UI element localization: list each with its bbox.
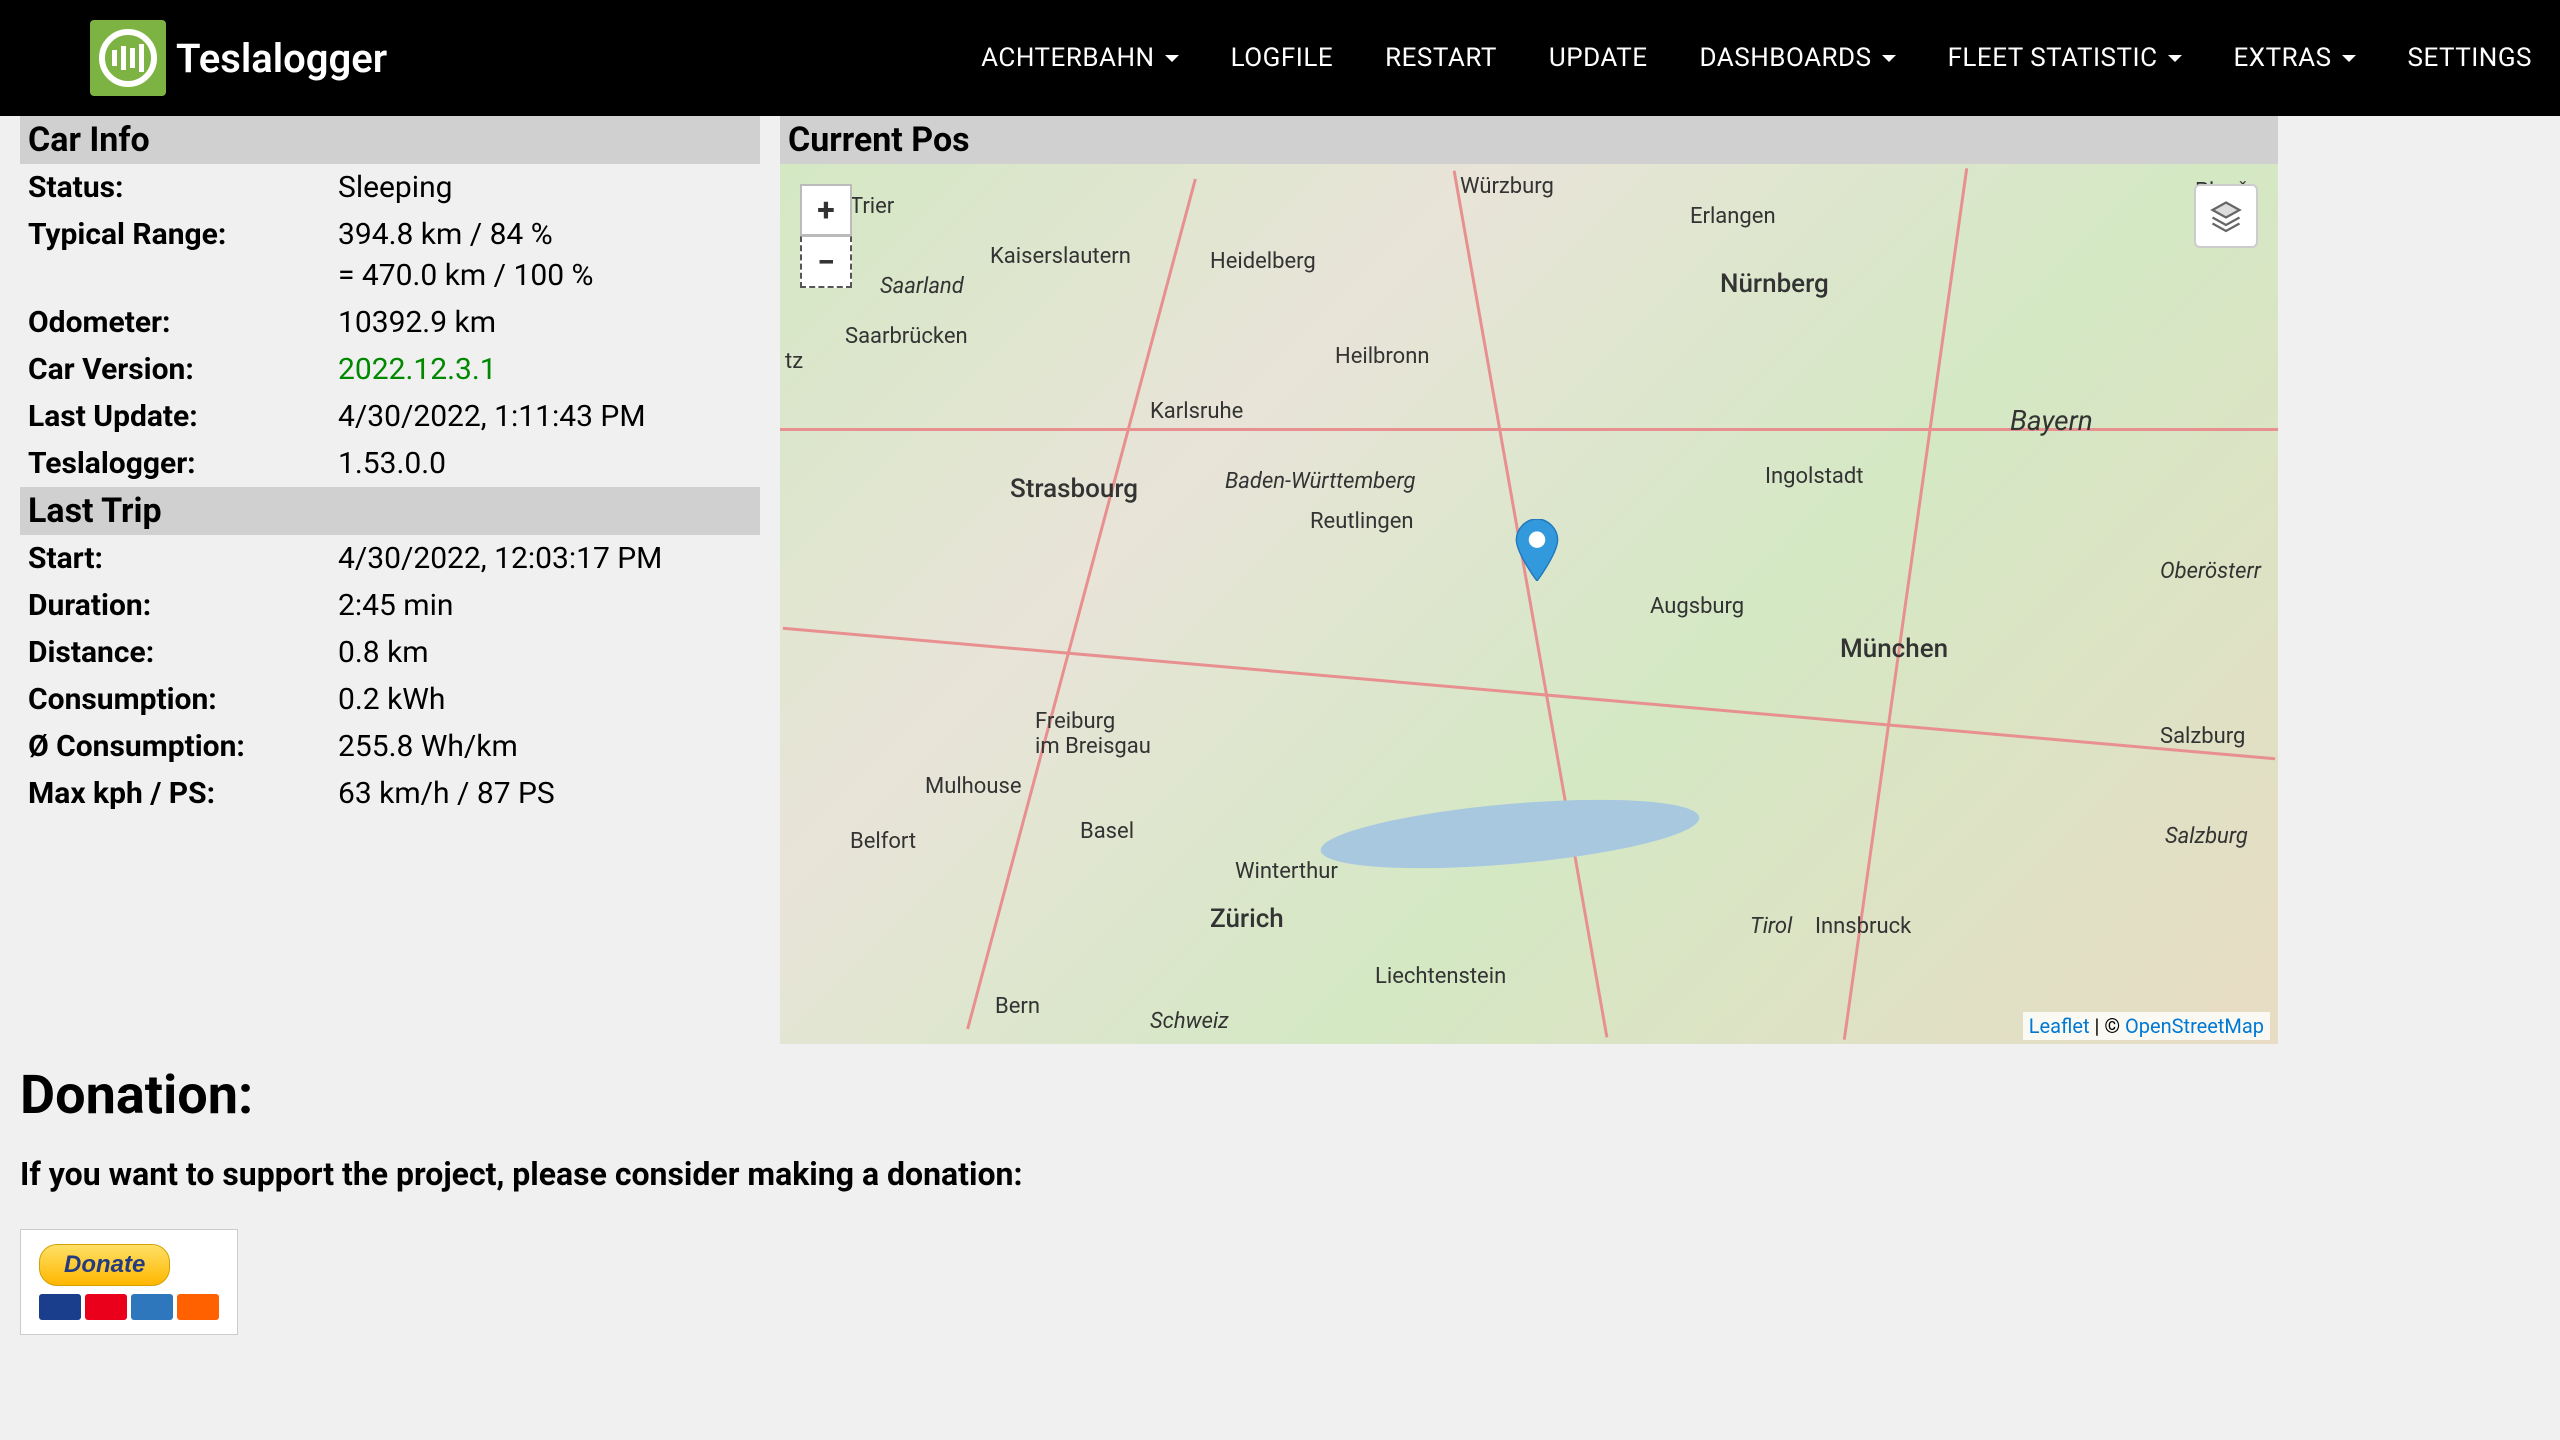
map-city: Mulhouse: [925, 774, 1022, 799]
last-update-value: 4/30/2022, 1:11:43 PM: [338, 399, 646, 434]
status-label: Status:: [28, 170, 338, 205]
map-city: Reutlingen: [1310, 509, 1414, 534]
trip-consumption-value: 0.2 kWh: [338, 682, 445, 717]
donation-text: If you want to support the project, plea…: [20, 1155, 2540, 1193]
amex-icon: [131, 1294, 173, 1320]
donation-section: Donation: If you want to support the pro…: [0, 1044, 2560, 1355]
map-city: Heilbronn: [1335, 344, 1430, 369]
map-attribution: Leaflet | © OpenStreetMap: [2023, 1012, 2270, 1040]
current-pos-header: Current Pos: [780, 116, 2278, 164]
map-city: Salzburg: [2160, 724, 2245, 749]
typical-range-value: 394.8 km / 84 %: [338, 217, 553, 252]
map-city: Zürich: [1210, 904, 1284, 934]
map[interactable]: Würzburg Trier Erlangen Kaiserslautern H…: [780, 164, 2278, 1044]
trip-start-label: Start:: [28, 541, 338, 576]
teslalogger-value: 1.53.0.0: [338, 446, 446, 481]
zoom-out-button[interactable]: −: [800, 236, 852, 288]
car-version-value[interactable]: 2022.12.3.1: [338, 352, 497, 387]
navbar: Teslalogger ACHTERBAHN LOGFILE RESTART U…: [0, 0, 2560, 116]
nav-settings[interactable]: SETTINGS: [2408, 43, 2532, 73]
chevron-down-icon: [1165, 55, 1179, 62]
trip-distance-value: 0.8 km: [338, 635, 429, 670]
left-panel: Car Info Status:Sleeping Typical Range:3…: [20, 116, 760, 1044]
chevron-down-icon: [2342, 55, 2356, 62]
visa-icon: [39, 1294, 81, 1320]
nav-menu: ACHTERBAHN LOGFILE RESTART UPDATE DASHBO…: [981, 43, 2532, 73]
odometer-value: 10392.9 km: [338, 305, 496, 340]
trip-distance-label: Distance:: [28, 635, 338, 670]
nav-update[interactable]: UPDATE: [1549, 43, 1648, 73]
donation-title: Donation:: [20, 1064, 2540, 1127]
logo[interactable]: [90, 20, 166, 96]
last-trip-header: Last Trip: [20, 487, 760, 535]
status-value: Sleeping: [338, 170, 452, 205]
nav-dashboards[interactable]: DASHBOARDS: [1700, 43, 1896, 73]
map-city: Erlangen: [1690, 204, 1776, 229]
map-city: Augsburg: [1650, 594, 1744, 619]
map-city: Bern: [995, 994, 1040, 1019]
layers-icon: [2208, 198, 2244, 234]
nav-extras[interactable]: EXTRAS: [2234, 43, 2356, 73]
map-city: Würzburg: [1460, 174, 1554, 199]
car-info-header: Car Info: [20, 116, 760, 164]
layers-button[interactable]: [2194, 184, 2258, 248]
map-city: Karlsruhe: [1150, 399, 1243, 424]
trip-max-kph-value: 63 km/h / 87 PS: [338, 776, 555, 811]
chevron-down-icon: [2168, 55, 2182, 62]
map-city: Schweiz: [1150, 1009, 1229, 1034]
discover-icon: [177, 1294, 219, 1320]
map-city: Winterthur: [1235, 859, 1338, 884]
map-city: Ingolstadt: [1765, 464, 1864, 489]
map-city: Oberösterr: [2160, 559, 2261, 584]
map-city: Saarbrücken: [845, 324, 968, 349]
map-city: Innsbruck: [1815, 914, 1911, 939]
map-city: tz: [785, 349, 803, 374]
trip-duration-value: 2:45 min: [338, 588, 453, 623]
map-city: Kaiserslautern: [990, 244, 1131, 269]
odometer-label: Odometer:: [28, 305, 338, 340]
map-marker[interactable]: [1515, 519, 1559, 581]
osm-link[interactable]: OpenStreetMap: [2125, 1014, 2264, 1038]
right-panel: Current Pos Würzburg Trier Erlangen Kais…: [780, 116, 2278, 1044]
nav-logfile[interactable]: LOGFILE: [1231, 43, 1334, 73]
nav-fleet-statistic[interactable]: FLEET STATISTIC: [1948, 43, 2182, 73]
map-city: Basel: [1080, 819, 1134, 844]
map-city: München: [1840, 634, 1948, 664]
donate-button-wrapper: Donate: [20, 1229, 238, 1335]
chevron-down-icon: [1882, 55, 1896, 62]
brand-title: Teslalogger: [176, 35, 387, 82]
trip-start-value: 4/30/2022, 12:03:17 PM: [338, 541, 662, 576]
trip-avg-consumption-value: 255.8 Wh/km: [338, 729, 518, 764]
mastercard-icon: [85, 1294, 127, 1320]
map-city: Saarland: [880, 274, 964, 299]
map-city: Trier: [850, 194, 894, 219]
map-city: Tirol: [1750, 914, 1792, 939]
nav-restart[interactable]: RESTART: [1385, 43, 1497, 73]
car-version-label: Car Version:: [28, 352, 338, 387]
donate-button[interactable]: Donate: [39, 1244, 170, 1286]
map-city: Belfort: [850, 829, 916, 854]
last-update-label: Last Update:: [28, 399, 338, 434]
map-city: Baden-Württemberg: [1225, 469, 1416, 494]
trip-duration-label: Duration:: [28, 588, 338, 623]
typical-range-label: Typical Range:: [28, 217, 338, 252]
map-city: Liechtenstein: [1375, 964, 1506, 989]
map-city: Strasbourg: [1010, 474, 1138, 504]
map-city: Salzburg: [2165, 824, 2248, 849]
payment-card-icons: [39, 1294, 219, 1320]
map-city: Freiburg im Breisgau: [1035, 709, 1151, 759]
map-city: Bayern: [2010, 404, 2093, 437]
typical-range-sub: = 470.0 km / 100 %: [20, 258, 760, 299]
trip-max-kph-label: Max kph / PS:: [28, 776, 338, 811]
leaflet-link[interactable]: Leaflet: [2029, 1014, 2090, 1038]
zoom-in-button[interactable]: +: [800, 184, 852, 236]
teslalogger-label: Teslalogger:: [28, 446, 338, 481]
map-city: Heidelberg: [1210, 249, 1316, 274]
nav-achterbahn[interactable]: ACHTERBAHN: [981, 43, 1179, 73]
zoom-controls: + −: [800, 184, 852, 288]
trip-avg-consumption-label: Ø Consumption:: [28, 729, 338, 764]
trip-consumption-label: Consumption:: [28, 682, 338, 717]
map-city: Nürnberg: [1720, 269, 1829, 299]
